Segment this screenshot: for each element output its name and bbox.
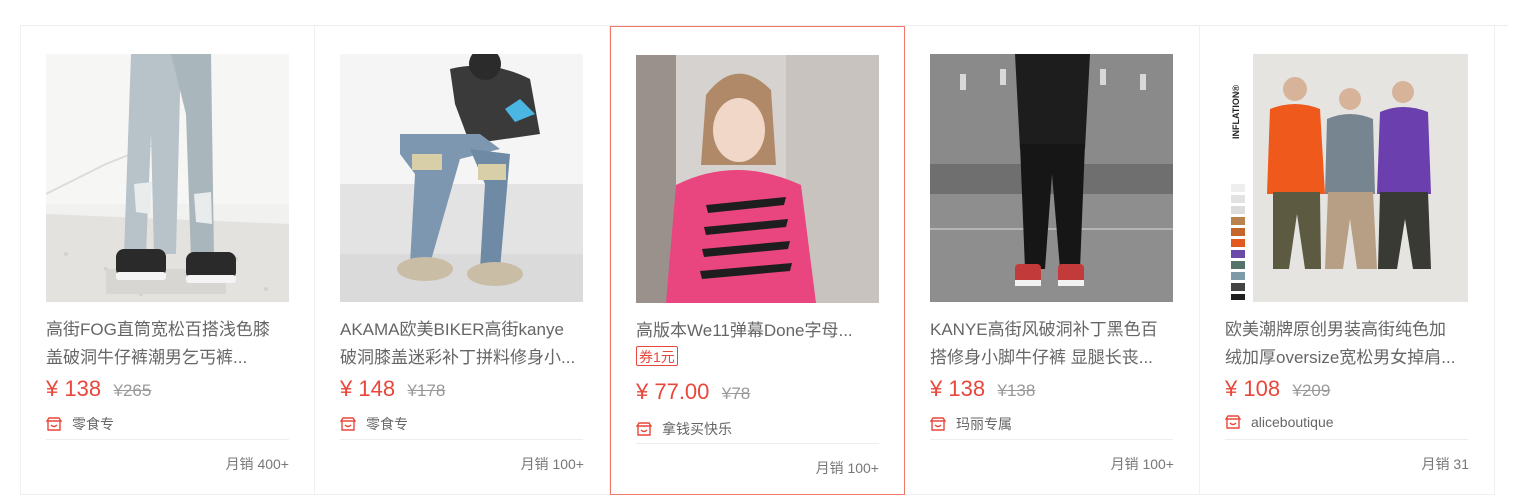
shop-link[interactable]: 零食专 — [46, 414, 114, 434]
product-title-line-1[interactable]: 高街FOG直筒宽松百搭浅色膝 — [46, 316, 289, 344]
shop-name[interactable]: 零食专 — [72, 414, 114, 434]
monthly-sales: 月销 100+ — [1110, 456, 1174, 472]
card-divider — [340, 439, 583, 440]
original-price: ¥138 — [997, 381, 1036, 400]
monthly-sales: 月销 100+ — [520, 456, 584, 472]
shop-link[interactable]: 零食专 — [340, 414, 408, 434]
shop-name[interactable]: 零食专 — [366, 414, 408, 434]
store-icon — [1225, 415, 1241, 429]
ripped-jeans-photo — [46, 54, 289, 302]
card-divider — [1225, 439, 1468, 440]
product-title-line-2[interactable]: 绒加厚oversize宽松男女掉肩... — [1225, 344, 1468, 372]
product-title-line-1[interactable]: 欧美潮牌原创男装高街纯色加 — [1225, 316, 1468, 344]
coupon-badge[interactable]: 券1元 — [636, 346, 678, 366]
biker-jeans-photo — [340, 54, 583, 302]
product-title-line-1[interactable]: KANYE高街风破洞补丁黑色百 — [930, 316, 1173, 344]
monthly-sales: 月销 400+ — [225, 456, 289, 472]
current-price: ¥ 138 — [930, 376, 986, 401]
brand-logo: INFLATION® — [1231, 85, 1241, 139]
product-image[interactable] — [636, 55, 879, 303]
store-icon — [340, 417, 356, 431]
card-divider — [636, 443, 879, 444]
price-row: ¥ 148 ¥178 — [340, 376, 445, 402]
product-card[interactable]: INFLATION® 欧美潮牌原创男装高街纯色加 绒加厚oversize宽松男女… — [1200, 26, 1495, 495]
current-price: ¥ 77.00 — [636, 379, 710, 404]
product-card[interactable]: AKAMA欧美BIKER高街kanye 破洞膝盖迷彩补丁拼料修身小... ¥ 1… — [315, 26, 610, 495]
product-title-line-1[interactable]: AKAMA欧美BIKER高街kanye — [340, 316, 583, 344]
product-title-line-1[interactable]: 高版本We11弹幕Done字母... — [636, 317, 879, 345]
shop-link[interactable]: aliceboutique — [1225, 414, 1334, 430]
product-image[interactable] — [340, 54, 583, 302]
price-row: ¥ 138 ¥265 — [46, 376, 151, 402]
price-row: ¥ 138 ¥138 — [930, 376, 1035, 402]
product-card-active[interactable]: 高版本We11弹幕Done字母... 券1元 ¥ 77.00 ¥78 拿钱买快乐… — [610, 26, 905, 495]
hoodies-photo: INFLATION® — [1225, 54, 1468, 302]
product-grid: 高街FOG直筒宽松百搭浅色膝 盖破洞牛仔裤潮男乞丐裤... ¥ 138 ¥265… — [20, 26, 1495, 495]
card-divider — [930, 439, 1173, 440]
price-row: ¥ 108 ¥209 — [1225, 376, 1330, 402]
shop-name[interactable]: 玛丽专属 — [956, 414, 1012, 434]
shop-link[interactable]: 玛丽专属 — [930, 414, 1012, 434]
original-price: ¥178 — [407, 381, 446, 400]
store-icon — [930, 417, 946, 431]
shop-name[interactable]: aliceboutique — [1251, 414, 1334, 430]
card-divider — [46, 439, 289, 440]
product-card[interactable]: KANYE高街风破洞补丁黑色百 搭修身小脚牛仔裤 显腿长丧... ¥ 138 ¥… — [905, 26, 1200, 495]
product-title-line-2[interactable]: 搭修身小脚牛仔裤 显腿长丧... — [930, 344, 1173, 372]
pink-tshirt-photo — [636, 55, 879, 303]
price-row: ¥ 77.00 ¥78 — [636, 379, 750, 405]
product-title-line-2[interactable]: 破洞膝盖迷彩补丁拼料修身小... — [340, 344, 583, 372]
store-icon — [46, 417, 62, 431]
current-price: ¥ 108 — [1225, 376, 1281, 401]
black-jeans-photo — [930, 54, 1173, 302]
shop-link[interactable]: 拿钱买快乐 — [636, 419, 732, 439]
product-image[interactable]: INFLATION® — [1225, 54, 1468, 302]
current-price: ¥ 148 — [340, 376, 396, 401]
current-price: ¥ 138 — [46, 376, 102, 401]
product-image[interactable] — [46, 54, 289, 302]
product-image[interactable] — [930, 54, 1173, 302]
shop-name[interactable]: 拿钱买快乐 — [662, 419, 732, 439]
monthly-sales: 月销 31 — [1421, 456, 1469, 472]
original-price: ¥78 — [721, 384, 751, 403]
product-card[interactable]: 高街FOG直筒宽松百搭浅色膝 盖破洞牛仔裤潮男乞丐裤... ¥ 138 ¥265… — [20, 26, 315, 495]
original-price: ¥209 — [1292, 381, 1331, 400]
product-title-line-2[interactable]: 盖破洞牛仔裤潮男乞丐裤... — [46, 344, 289, 372]
monthly-sales: 月销 100+ — [815, 460, 879, 476]
store-icon — [636, 422, 652, 436]
original-price: ¥265 — [113, 381, 152, 400]
